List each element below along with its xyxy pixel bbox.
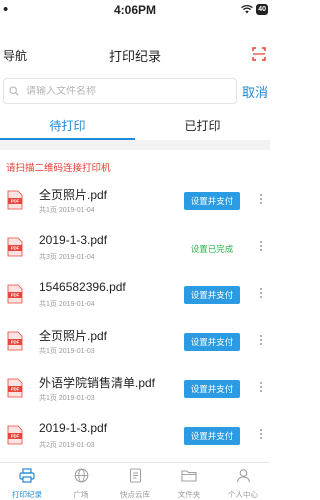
pdf-file-icon: PDF xyxy=(7,237,23,257)
pdf-file-icon: PDF xyxy=(7,284,23,304)
globe-icon xyxy=(74,468,88,483)
tabbar-item-print-records[interactable]: 打印纪录 xyxy=(0,463,54,500)
list-item[interactable]: PDF 全页照片.pdf 共1页 2019-01-04 设置并支付 xyxy=(0,176,270,223)
file-name: 全页照片.pdf xyxy=(39,188,108,202)
file-meta: 共2页 2019-01-03 xyxy=(39,442,95,449)
file-name: 全页照片.pdf xyxy=(39,329,108,343)
printer-connect-notice[interactable]: 请扫描二维码连接打印机 xyxy=(6,160,111,174)
file-meta: 共1页 2019-01-04 xyxy=(39,207,95,214)
list-item[interactable]: PDF 2019-1-3.pdf 共2页 2019-01-03 设置并支付 xyxy=(0,411,270,458)
tabbar-item-folder[interactable]: 文件夹 xyxy=(162,463,216,500)
svg-text:PDF: PDF xyxy=(11,293,20,298)
pdf-file-icon: PDF xyxy=(7,331,23,351)
tabbar-label: 打印纪录 xyxy=(12,490,42,499)
printer-icon xyxy=(19,468,35,483)
more-options-icon[interactable] xyxy=(260,241,263,252)
svg-text:PDF: PDF xyxy=(11,434,20,439)
setup-pay-button[interactable]: 设置并支付 xyxy=(184,333,240,351)
tabbar-label: 广场 xyxy=(73,490,89,499)
file-name: 外语学院销售清单.pdf xyxy=(39,376,156,390)
file-name: 2019-1-3.pdf xyxy=(39,421,108,435)
tabbar-label: 文件夹 xyxy=(177,490,201,499)
file-meta: 共1页 2019-01-03 xyxy=(39,395,95,402)
record-list: PDF 全页照片.pdf 共1页 2019-01-04 设置并支付 PDF 20… xyxy=(0,176,270,458)
pdf-file-icon: PDF xyxy=(7,425,23,445)
search-icon xyxy=(9,86,19,96)
list-item[interactable]: PDF 2019-1-3.pdf 共3页 2019-01-04 设置已完成 xyxy=(0,223,270,270)
tabbar-item-square[interactable]: 广场 xyxy=(54,463,108,500)
status-right: 40 xyxy=(241,4,268,15)
pdf-file-icon: PDF xyxy=(7,190,23,210)
section-divider xyxy=(0,140,270,150)
more-options-icon[interactable] xyxy=(260,194,263,205)
file-name: 1546582396.pdf xyxy=(39,280,126,294)
tab-pending[interactable]: 待打印 xyxy=(0,117,135,134)
document-icon xyxy=(129,468,141,483)
scan-icon[interactable] xyxy=(252,47,266,61)
file-meta: 共1页 2019-01-03 xyxy=(39,348,95,355)
search-input[interactable] xyxy=(26,85,216,97)
page-title: 打印纪录 xyxy=(108,49,161,64)
tabbar-item-profile[interactable]: 个人中心 xyxy=(216,463,270,500)
setup-complete-status: 设置已完成 xyxy=(190,244,234,254)
list-item[interactable]: PDF 1546582396.pdf 共1页 2019-01-04 设置并支付 xyxy=(0,270,270,317)
folder-icon xyxy=(181,470,197,482)
tab-bar: 待打印 已打印 xyxy=(0,114,270,140)
pdf-file-icon: PDF xyxy=(7,378,23,398)
bottom-tab-bar: 打印纪录 广场 快点云库 文件夹 个人中心 xyxy=(0,462,270,500)
cancel-button[interactable]: 取消 xyxy=(242,82,268,101)
setup-pay-button[interactable]: 设置并支付 xyxy=(184,286,240,304)
svg-text:PDF: PDF xyxy=(11,199,20,204)
more-options-icon[interactable] xyxy=(260,288,263,299)
more-options-icon[interactable] xyxy=(260,429,263,440)
setup-pay-button[interactable]: 设置并支付 xyxy=(184,380,240,398)
setup-pay-button[interactable]: 设置并支付 xyxy=(184,427,240,445)
more-options-icon[interactable] xyxy=(260,382,263,393)
svg-text:PDF: PDF xyxy=(11,246,20,251)
wifi-icon xyxy=(241,5,254,14)
user-icon xyxy=(236,469,250,483)
tab-printed[interactable]: 已打印 xyxy=(135,117,270,134)
file-meta: 共1页 2019-01-04 xyxy=(39,301,95,308)
battery-indicator: 40 xyxy=(256,4,268,15)
tabbar-label: 快点云库 xyxy=(120,490,150,499)
svg-text:PDF: PDF xyxy=(11,340,20,345)
tabbar-item-cloud-library[interactable]: 快点云库 xyxy=(108,463,162,500)
file-meta: 共3页 2019-01-04 xyxy=(39,254,95,261)
more-options-icon[interactable] xyxy=(260,335,263,346)
file-name: 2019-1-3.pdf xyxy=(39,233,108,247)
svg-text:PDF: PDF xyxy=(11,387,20,392)
search-row: 取消 xyxy=(0,78,270,104)
list-item[interactable]: PDF 全页照片.pdf 共1页 2019-01-03 设置并支付 xyxy=(0,317,270,364)
list-item[interactable]: PDF 外语学院销售清单.pdf 共1页 2019-01-03 设置并支付 xyxy=(0,364,270,411)
setup-pay-button[interactable]: 设置并支付 xyxy=(184,192,240,210)
status-time: 4:06PM xyxy=(113,3,157,17)
tabbar-label: 个人中心 xyxy=(228,490,258,499)
search-box[interactable] xyxy=(3,78,237,104)
status-bar: • 4:06PM 40 xyxy=(0,0,270,22)
